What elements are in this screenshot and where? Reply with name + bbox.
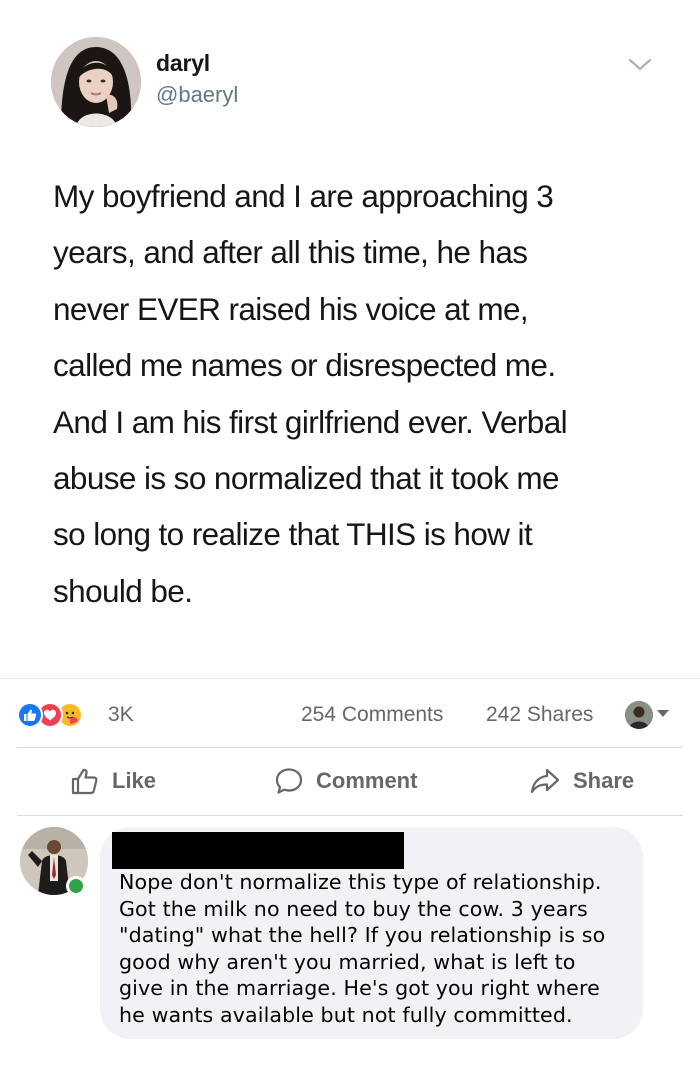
chevron-down-icon[interactable] xyxy=(626,55,654,75)
tweet-screenshot: daryl @baeryl My boyfriend and I are app… xyxy=(0,0,700,678)
audience-caret-icon[interactable] xyxy=(657,710,669,717)
like-reaction-icon xyxy=(17,702,43,728)
share-button[interactable]: Share xyxy=(529,764,634,798)
author-handle[interactable]: @baeryl xyxy=(156,82,238,108)
like-button[interactable]: Like xyxy=(70,764,156,798)
redacted-commenter-name xyxy=(112,832,404,869)
comment-body: Nope don't normalize this type of relati… xyxy=(119,870,606,1027)
divider xyxy=(0,678,700,679)
comments-count[interactable]: 254 Comments xyxy=(301,703,443,727)
reaction-icons[interactable] xyxy=(17,700,83,730)
comment-button[interactable]: Comment xyxy=(274,764,417,798)
divider xyxy=(17,815,683,816)
like-label: Like xyxy=(112,768,157,793)
share-arrow-icon xyxy=(530,768,560,794)
tweet-body: My boyfriend and I are approaching 3 yea… xyxy=(53,178,568,609)
shares-count[interactable]: 242 Shares xyxy=(486,703,593,727)
reaction-count[interactable]: 3K xyxy=(108,703,134,727)
author-display-name[interactable]: daryl xyxy=(156,50,210,77)
author-avatar[interactable] xyxy=(51,37,141,127)
comment-label: Comment xyxy=(316,768,418,793)
online-status-dot xyxy=(66,876,86,896)
divider xyxy=(17,747,683,748)
viewer-avatar[interactable] xyxy=(625,701,653,729)
thumbs-up-icon xyxy=(71,768,98,795)
share-label: Share xyxy=(573,768,635,793)
speech-bubble-icon xyxy=(275,768,303,794)
